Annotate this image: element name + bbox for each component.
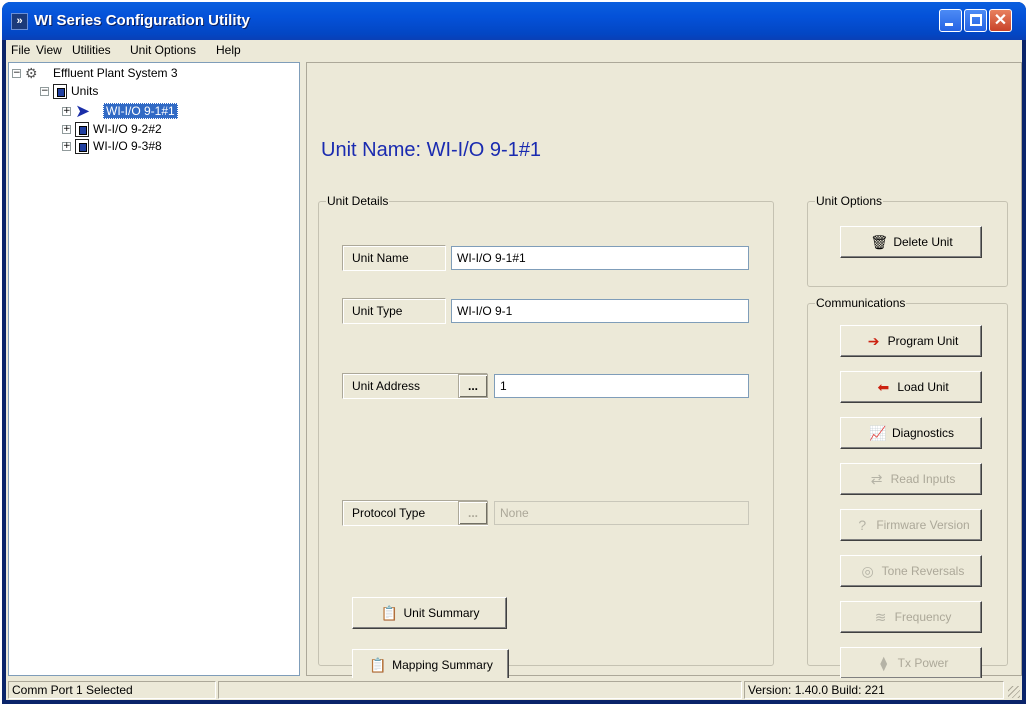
protocol-type-browse-button[interactable]: ... (458, 501, 488, 525)
expand-icon[interactable]: + (62, 106, 71, 116)
tx-power-button[interactable]: ⧫ Tx Power (840, 647, 982, 679)
expand-icon[interactable]: + (62, 141, 71, 151)
tree-item-label: WI-I/O 9-1#1 (103, 103, 178, 119)
tree-item-unit[interactable]: + WI-I/O 9-2#2 (62, 121, 162, 137)
group-legend: Unit Details (326, 194, 390, 208)
window-title: WI Series Configuration Utility (34, 12, 250, 29)
mapping-summary-button[interactable]: 📋 Mapping Summary (352, 649, 509, 681)
delete-unit-label: Delete Unit (893, 235, 953, 249)
collapse-icon[interactable]: − (40, 86, 49, 96)
diagnostics-button[interactable]: 📈 Diagnostics (840, 417, 982, 449)
tree-units-folder[interactable]: − Units (40, 83, 98, 99)
unit-tree[interactable]: − ⚙ Effluent Plant System 3 − Units + ➤ … (8, 62, 300, 676)
unit-type-field[interactable]: WI-I/O 9-1 (451, 299, 749, 323)
minimize-icon (945, 23, 953, 26)
menu-bar: File View Utilities Unit Options Help (6, 40, 1022, 60)
menu-unit-options[interactable]: Unit Options (130, 43, 196, 57)
tree-item-label: WI-I/O 9-3#8 (93, 139, 162, 153)
frequency-button[interactable]: ≋ Frequency (840, 601, 982, 633)
selected-arrow-icon: ➤ (75, 101, 91, 121)
frequency-icon: ≋ (874, 609, 887, 625)
firmware-version-button[interactable]: ? Firmware Version (840, 509, 982, 541)
system-icon: ⚙ (25, 65, 38, 81)
unit-address-browse-button[interactable]: ... (458, 374, 488, 398)
menu-view[interactable]: View (36, 43, 62, 57)
menu-utilities[interactable]: Utilities (72, 43, 111, 57)
load-unit-label: Load Unit (897, 380, 949, 394)
status-version: Version: 1.40.0 Build: 221 (744, 681, 1004, 699)
close-button[interactable]: ✕ (989, 9, 1012, 32)
trash-icon: 🗑 (870, 234, 889, 250)
unit-name-field[interactable]: WI-I/O 9-1#1 (451, 246, 749, 270)
program-unit-button[interactable]: ➔ Program Unit (840, 325, 982, 357)
resize-grip-icon[interactable] (1008, 686, 1020, 698)
collapse-icon[interactable]: − (12, 68, 21, 78)
tone-reversals-label: Tone Reversals (881, 564, 965, 578)
summary-icon: 📋 (380, 605, 399, 621)
read-inputs-icon: ⇄ (870, 471, 883, 487)
tree-item-unit[interactable]: + WI-I/O 9-3#8 (62, 138, 162, 154)
unit-details-group: Unit Details Unit Name WI-I/O 9-1#1 Unit… (318, 194, 774, 681)
mapping-summary-label: Mapping Summary (392, 658, 493, 672)
protocol-type-field[interactable]: None (494, 501, 749, 525)
menu-help[interactable]: Help (216, 43, 241, 57)
unit-icon (53, 83, 67, 99)
tree-root-label: Effluent Plant System 3 (53, 66, 178, 80)
app-window: » WI Series Configuration Utility ✕ File… (2, 2, 1026, 704)
tone-icon: ◎ (861, 563, 874, 579)
expand-icon[interactable]: + (62, 124, 71, 134)
group-legend: Unit Options (815, 194, 884, 208)
firmware-icon: ? (858, 517, 867, 533)
tree-item-label: WI-I/O 9-2#2 (93, 122, 162, 136)
tree-item-unit[interactable]: + ➤ WI-I/O 9-1#1 (62, 101, 178, 121)
maximize-icon (970, 14, 982, 26)
load-unit-icon: ⬅ (877, 379, 890, 395)
tree-root[interactable]: − ⚙ Effluent Plant System 3 (12, 65, 178, 81)
program-unit-icon: ➔ (867, 333, 880, 349)
tree-units-label: Units (71, 84, 99, 98)
status-comm-port: Comm Port 1 Selected (8, 681, 216, 699)
app-icon[interactable]: » (11, 13, 28, 30)
pane-splitter[interactable] (302, 62, 305, 676)
summary-icon: 📋 (369, 657, 387, 673)
diagnostics-icon: 📈 (869, 425, 887, 441)
unit-name-label: Unit Name (342, 245, 446, 271)
maximize-button[interactable] (964, 9, 987, 32)
frequency-label: Frequency (894, 610, 952, 624)
unit-type-label: Unit Type (342, 298, 446, 324)
group-legend: Communications (815, 296, 907, 310)
unit-address-field[interactable]: 1 (494, 374, 749, 398)
program-unit-label: Program Unit (887, 334, 959, 348)
unit-summary-button[interactable]: 📋 Unit Summary (352, 597, 507, 629)
firmware-version-label: Firmware Version (876, 518, 970, 532)
read-inputs-label: Read Inputs (890, 472, 956, 486)
close-icon: ✕ (993, 12, 1008, 29)
status-bar: Comm Port 1 Selected Version: 1.40.0 Bui… (6, 678, 1022, 700)
page-title: Unit Name: WI-I/O 9-1#1 (321, 139, 542, 161)
unit-detail-pane: Unit Name: WI-I/O 9-1#1 Unit Details Uni… (306, 62, 1022, 681)
unit-icon (75, 121, 89, 137)
status-empty (218, 681, 742, 699)
unit-icon (75, 138, 89, 154)
tx-power-label: Tx Power (897, 656, 949, 670)
load-unit-button[interactable]: ⬅ Load Unit (840, 371, 982, 403)
tone-reversals-button[interactable]: ◎ Tone Reversals (840, 555, 982, 587)
communications-group: Communications ➔ Program Unit ⬅ Load Uni… (807, 296, 1008, 679)
client-area: File View Utilities Unit Options Help − … (6, 40, 1022, 700)
delete-unit-button[interactable]: 🗑 Delete Unit (840, 226, 982, 258)
tx-power-icon: ⧫ (880, 655, 888, 671)
unit-summary-label: Unit Summary (403, 606, 480, 620)
diagnostics-label: Diagnostics (891, 426, 955, 440)
title-bar[interactable]: » WI Series Configuration Utility ✕ (2, 2, 1026, 40)
minimize-button[interactable] (939, 9, 962, 32)
unit-options-group: Unit Options 🗑 Delete Unit (807, 194, 1008, 287)
menu-file[interactable]: File (11, 43, 30, 57)
read-inputs-button[interactable]: ⇄ Read Inputs (840, 463, 982, 495)
